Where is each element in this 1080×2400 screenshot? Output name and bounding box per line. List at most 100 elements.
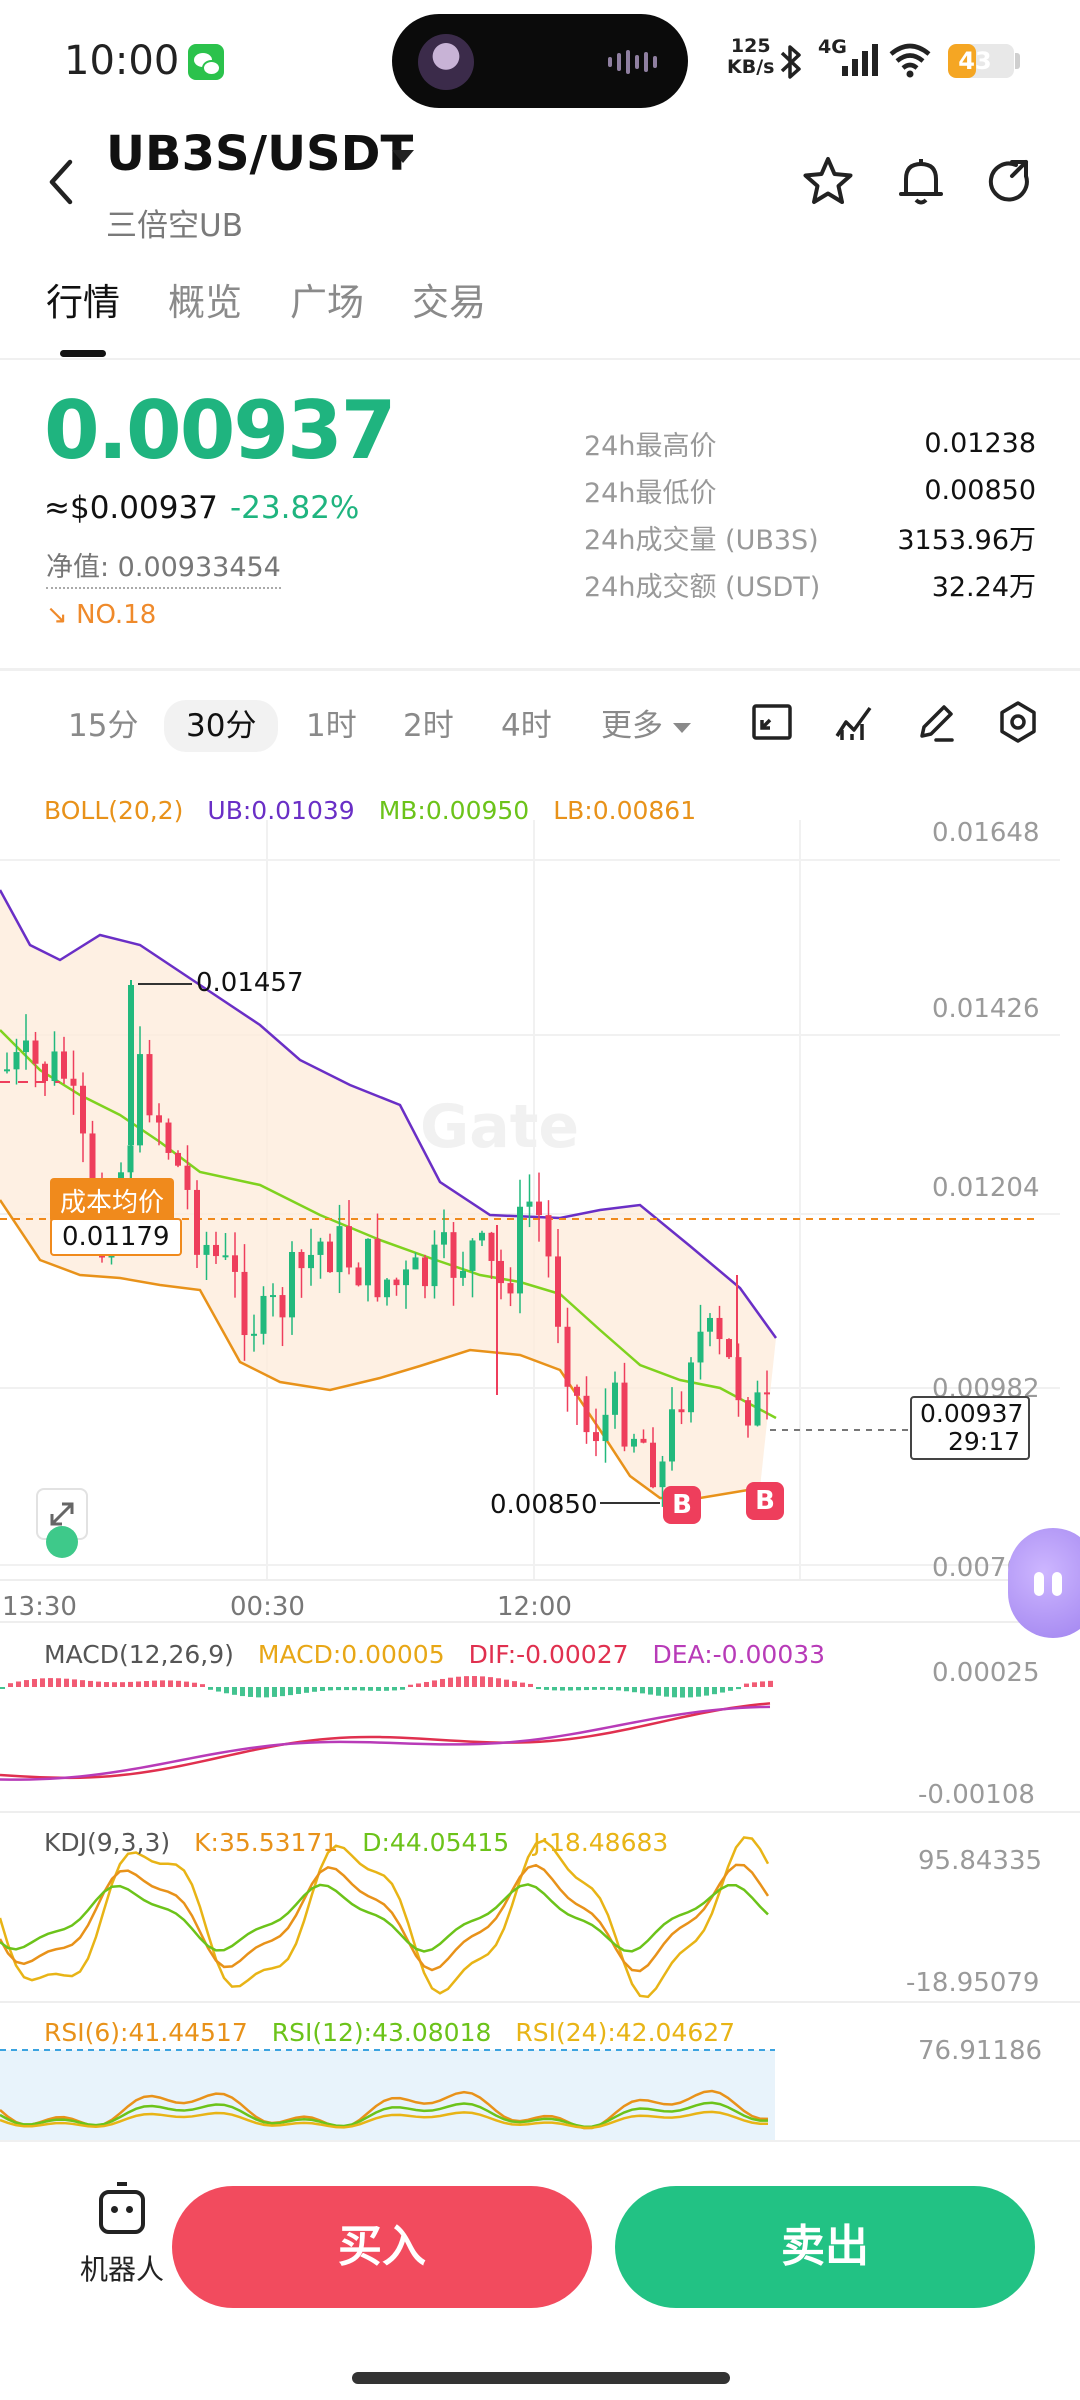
candle-body bbox=[270, 1295, 276, 1298]
macd-histogram-bar bbox=[80, 1680, 85, 1687]
macd-histogram-bar bbox=[544, 1687, 549, 1690]
candle-body bbox=[308, 1254, 314, 1269]
indicators-icon[interactable] bbox=[832, 700, 876, 744]
share-icon[interactable] bbox=[982, 154, 1038, 210]
macd-histogram-bar bbox=[696, 1687, 701, 1697]
time-axis-label: 12:00 bbox=[497, 1592, 572, 1622]
tab-overview[interactable]: 概览 bbox=[168, 272, 242, 326]
candle-body bbox=[194, 1189, 200, 1255]
stat-row: 24h成交额 (USDT) 32.24万 bbox=[584, 572, 1036, 603]
dynamic-island[interactable] bbox=[392, 14, 688, 108]
home-indicator[interactable] bbox=[352, 2372, 730, 2384]
macd-histogram-bar bbox=[376, 1687, 381, 1691]
tab-square[interactable]: 广场 bbox=[290, 272, 364, 326]
candle-body bbox=[355, 1267, 362, 1286]
macd-histogram-bar bbox=[592, 1687, 597, 1690]
candle-body bbox=[545, 1215, 552, 1257]
chart-settings-icon[interactable] bbox=[996, 700, 1040, 744]
candle-body bbox=[726, 1339, 732, 1358]
macd-histogram-bar bbox=[272, 1687, 277, 1697]
tab-trade[interactable]: 交易 bbox=[412, 272, 486, 326]
macd-legend: MACD(12,26,9) MACD:0.00005 DIF:-0.00027 DEA… bbox=[44, 1640, 826, 1669]
macd-histogram-bar bbox=[56, 1678, 61, 1687]
candle-body bbox=[384, 1279, 390, 1298]
robot-button[interactable]: 机器人 bbox=[52, 2182, 192, 2300]
macd-histogram-bar bbox=[432, 1680, 437, 1687]
macd-histogram-bar bbox=[40, 1678, 45, 1687]
pair-title[interactable]: UB3S/USDT bbox=[106, 126, 413, 182]
macd-histogram-bar bbox=[408, 1684, 413, 1687]
candle-body bbox=[764, 1392, 770, 1395]
candle-body bbox=[469, 1240, 476, 1271]
macd-histogram-bar bbox=[424, 1681, 429, 1687]
price-alert-bell-icon[interactable] bbox=[893, 154, 949, 210]
music-cover-icon bbox=[418, 34, 474, 90]
assistant-floating-icon[interactable] bbox=[1008, 1528, 1080, 1638]
kline-chart[interactable]: BOLL(20,2) UB:0.01039 MB:0.00950 LB:0.00861… bbox=[0, 770, 1080, 2140]
fullscreen-chart-icon[interactable] bbox=[750, 700, 794, 744]
candle-body bbox=[156, 1115, 162, 1123]
macd-histogram-bar bbox=[208, 1687, 213, 1690]
kdj-legend: KDJ(9,3,3) K:35.53171 D:44.05415 J:18.48683 bbox=[44, 1828, 669, 1857]
macd-histogram-bar bbox=[584, 1687, 589, 1691]
divider bbox=[0, 2140, 1080, 2142]
buy-button[interactable]: 买入 bbox=[172, 2186, 592, 2308]
candle-body bbox=[640, 1438, 647, 1443]
interval-1h[interactable]: 1时 bbox=[306, 704, 357, 748]
macd-histogram-bar bbox=[488, 1677, 493, 1687]
interval-more[interactable]: 更多 bbox=[601, 704, 691, 748]
candle-body bbox=[241, 1271, 248, 1336]
candle-body bbox=[213, 1244, 219, 1257]
ranking-badge[interactable]: ↘ NO.18 bbox=[46, 600, 156, 630]
candle-body bbox=[61, 1051, 67, 1079]
draw-tool-icon[interactable] bbox=[914, 700, 958, 744]
macd-histogram-bar bbox=[512, 1681, 517, 1687]
macd-histogram-bar bbox=[536, 1687, 541, 1690]
candle-body bbox=[260, 1295, 267, 1334]
stat-row: 24h最高价 0.01238 bbox=[584, 428, 1036, 462]
status-bar: 10:00 125 KB/s 4G 43 bbox=[0, 0, 1080, 125]
candle-body bbox=[678, 1409, 685, 1413]
candle-body bbox=[184, 1165, 191, 1190]
macd-histogram-bar bbox=[416, 1683, 421, 1687]
candle-body bbox=[431, 1244, 438, 1287]
macd-histogram-bar bbox=[616, 1687, 621, 1691]
macd-histogram-bar bbox=[360, 1687, 365, 1691]
candle-body bbox=[555, 1256, 561, 1327]
rsi-band bbox=[0, 2050, 775, 2140]
macd-histogram-bar bbox=[112, 1682, 117, 1687]
wifi-icon bbox=[889, 43, 931, 78]
net-asset-value[interactable]: 净值: 0.00933454 bbox=[46, 545, 281, 589]
tab-market[interactable]: 行情 bbox=[46, 272, 120, 326]
macd-histogram-bar bbox=[528, 1683, 533, 1687]
interval-30m[interactable]: 30分 bbox=[164, 700, 279, 752]
macd-histogram-bar bbox=[200, 1684, 205, 1687]
interval-15m[interactable]: 15分 bbox=[68, 704, 138, 748]
macd-histogram-bar bbox=[296, 1687, 301, 1694]
active-tab-indicator bbox=[60, 350, 106, 357]
macd-histogram-bar bbox=[560, 1687, 565, 1691]
cost-average-label[interactable]: 成本均价 bbox=[50, 1178, 175, 1223]
macd-histogram-bar bbox=[464, 1676, 469, 1687]
macd-histogram-bar bbox=[712, 1687, 717, 1695]
macd-histogram-bar bbox=[632, 1687, 637, 1693]
net-speed: 125 KB/s bbox=[727, 35, 775, 78]
candle-body bbox=[251, 1333, 257, 1336]
back-icon[interactable] bbox=[42, 152, 82, 212]
macd-histogram-bar bbox=[240, 1687, 245, 1697]
macd-histogram-bar bbox=[568, 1687, 573, 1691]
macd-histogram-bar bbox=[352, 1687, 357, 1691]
stat-row: 24h最低价 0.00850 bbox=[584, 475, 1036, 509]
buy-marker[interactable]: B bbox=[746, 1482, 784, 1520]
macd-histogram-bar bbox=[152, 1680, 157, 1687]
interval-4h[interactable]: 4时 bbox=[501, 704, 552, 748]
candle-body bbox=[479, 1232, 485, 1241]
sell-button[interactable]: 卖出 bbox=[615, 2186, 1035, 2308]
favorite-star-icon[interactable] bbox=[800, 154, 856, 210]
interval-2h[interactable]: 2时 bbox=[403, 704, 454, 748]
price-axis-label: 0.01648 bbox=[932, 818, 1040, 848]
buy-marker[interactable]: B bbox=[663, 1486, 701, 1524]
pair-dropdown-icon[interactable] bbox=[392, 150, 414, 163]
candle-body bbox=[365, 1238, 371, 1286]
macd-histogram-bar bbox=[320, 1687, 325, 1691]
